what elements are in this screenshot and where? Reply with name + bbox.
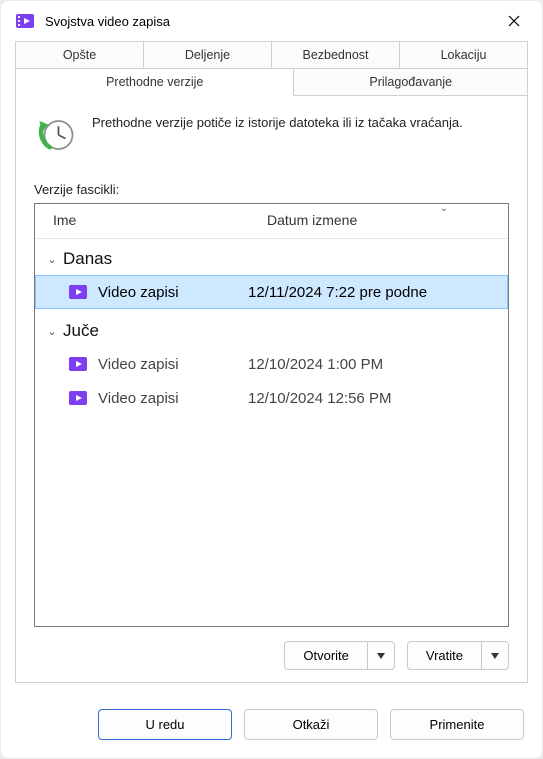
tab-label: Lokaciju	[441, 48, 487, 62]
tab-row-2: Prethodne verzije Prilagođavanje	[15, 69, 528, 96]
app-icon	[15, 11, 35, 31]
list-item[interactable]: Video zapisi 12/10/2024 1:00 PM	[35, 347, 508, 381]
button-label: Otkaži	[293, 717, 330, 732]
group-header[interactable]: ⌄ Juče	[35, 317, 508, 347]
item-name: Video zapisi	[98, 390, 238, 407]
cancel-button[interactable]: Otkaži	[244, 709, 378, 740]
video-folder-icon	[68, 388, 88, 408]
item-date: 12/11/2024 7:22 pre podne	[248, 284, 499, 301]
ok-button[interactable]: U redu	[98, 709, 232, 740]
restore-button[interactable]: Vratite	[408, 642, 481, 669]
group-title: Danas	[63, 249, 112, 269]
window-title: Svojstva video zapisa	[45, 14, 170, 29]
group-today: ⌄ Danas Video zapisi 12/11/2024 7:22 pre…	[35, 239, 508, 311]
restore-clock-icon	[34, 114, 76, 156]
tab-label: Deljenje	[185, 48, 230, 62]
close-button[interactable]	[492, 5, 536, 37]
group-header[interactable]: ⌄ Danas	[35, 245, 508, 275]
chevron-down-icon: ⌄	[440, 203, 448, 214]
versions-list[interactable]: Ime Datum izmene ⌄ ⌄ Danas Video zapisi	[34, 203, 509, 627]
column-name[interactable]: Ime	[35, 204, 249, 238]
tab-content: Prethodne verzije potiče iz istorije dat…	[15, 96, 528, 683]
tab-security[interactable]: Bezbednost	[272, 41, 400, 69]
tab-label: Opšte	[63, 48, 96, 62]
open-split-button: Otvorite	[284, 641, 395, 670]
column-label: Ime	[53, 212, 76, 228]
open-dropdown-button[interactable]	[367, 642, 394, 669]
list-action-buttons: Otvorite Vratite	[34, 641, 509, 670]
triangle-down-icon	[490, 651, 500, 661]
tab-label: Prilagođavanje	[369, 75, 452, 89]
button-label: Vratite	[426, 648, 463, 663]
tab-location[interactable]: Lokaciju	[400, 41, 528, 69]
video-folder-icon	[68, 354, 88, 374]
chevron-down-icon: ⌄	[45, 325, 59, 338]
tab-label: Prethodne verzije	[106, 75, 203, 89]
video-folder-icon	[68, 282, 88, 302]
dialog-buttons: U redu Otkaži Primenite	[1, 697, 542, 758]
tab-row-1: Opšte Deljenje Bezbednost Lokaciju	[15, 41, 528, 69]
apply-button[interactable]: Primenite	[390, 709, 524, 740]
tab-label: Bezbednost	[302, 48, 368, 62]
properties-dialog: Svojstva video zapisa Opšte Deljenje Bez…	[0, 0, 543, 759]
list-header: Ime Datum izmene ⌄	[35, 204, 508, 239]
restore-dropdown-button[interactable]	[481, 642, 508, 669]
info-text: Prethodne verzije potiče iz istorije dat…	[92, 114, 463, 133]
item-date: 12/10/2024 12:56 PM	[248, 390, 499, 407]
button-label: U redu	[145, 717, 184, 732]
column-date[interactable]: Datum izmene ⌄	[249, 204, 508, 238]
button-label: Primenite	[430, 717, 485, 732]
tab-general[interactable]: Opšte	[15, 41, 144, 69]
versions-label: Verzije fascikli:	[34, 182, 509, 197]
item-date: 12/10/2024 1:00 PM	[248, 356, 499, 373]
group-title: Juče	[63, 321, 99, 341]
tab-previous-versions[interactable]: Prethodne verzije	[15, 69, 294, 96]
column-label: Datum izmene	[267, 212, 357, 228]
item-name: Video zapisi	[98, 356, 238, 373]
tab-sharing[interactable]: Deljenje	[144, 41, 272, 69]
close-icon	[508, 15, 520, 27]
item-name: Video zapisi	[98, 284, 238, 301]
titlebar: Svojstva video zapisa	[1, 1, 542, 41]
chevron-down-icon: ⌄	[45, 253, 59, 266]
list-item[interactable]: Video zapisi 12/10/2024 12:56 PM	[35, 381, 508, 415]
triangle-down-icon	[376, 651, 386, 661]
list-item[interactable]: Video zapisi 12/11/2024 7:22 pre podne	[35, 275, 508, 309]
open-button[interactable]: Otvorite	[285, 642, 367, 669]
info-row: Prethodne verzije potiče iz istorije dat…	[34, 114, 509, 156]
group-yesterday: ⌄ Juče Video zapisi 12/10/2024 1:00 PM V…	[35, 311, 508, 417]
restore-split-button: Vratite	[407, 641, 509, 670]
tab-customize[interactable]: Prilagođavanje	[294, 69, 528, 96]
button-label: Otvorite	[303, 648, 349, 663]
